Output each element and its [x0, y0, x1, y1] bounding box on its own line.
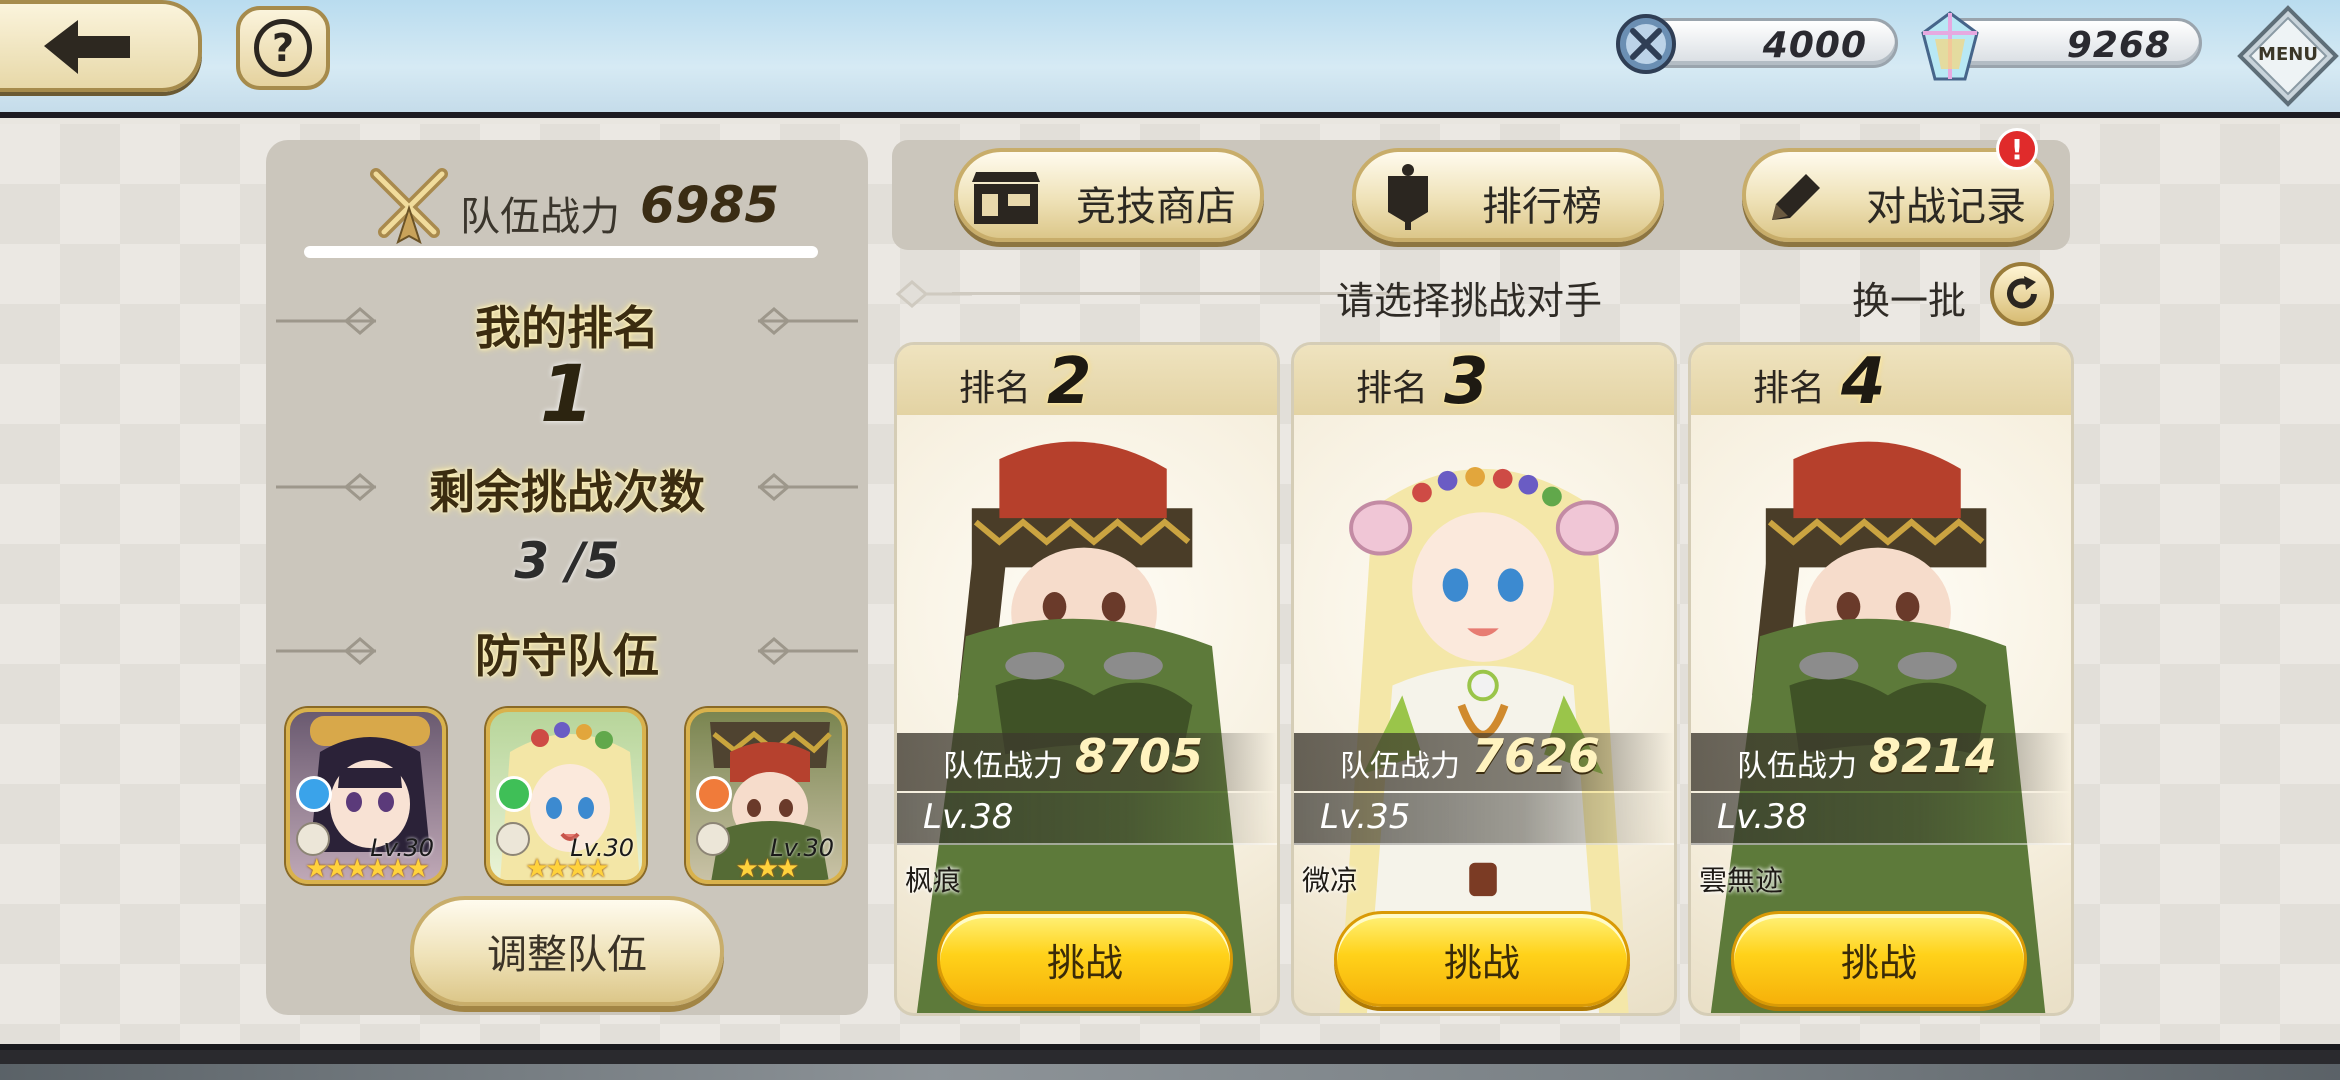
class-icon	[696, 822, 730, 856]
opponent-card[interactable]: 排名 2 队伍战力 8705 Lv.38 枫痕 挑战	[894, 342, 1280, 1016]
crossed-swords-icon	[1616, 14, 1676, 74]
hero-stars: ★★★★★★	[305, 854, 430, 884]
my-rank-title: 我的排名	[475, 301, 659, 355]
opponent-name: 枫痕	[905, 864, 962, 897]
team-power-row: 队伍战力 6985	[364, 168, 784, 250]
help-button[interactable]: ?	[236, 6, 330, 90]
back-button[interactable]	[0, 0, 202, 92]
challenge-button[interactable]: 挑战	[1334, 911, 1630, 1007]
opponent-card[interactable]: 排名 4 队伍战力 8214 Lv.38 雲無迹 挑战	[1688, 342, 2074, 1016]
player-info-panel: 队伍战力 6985 我的排名 1 剩余挑战次数 3 /5 防守队伍 Lv.30 …	[266, 140, 868, 1015]
top-bar: ? 4000 9268 MENU	[0, 0, 2340, 118]
arena-shop-label: 竞技商店	[1076, 184, 1236, 230]
stamina-counter: 4000	[1616, 14, 1898, 74]
refresh-icon	[2007, 276, 2037, 309]
pencil-icon	[1772, 174, 1820, 220]
leaderboard-button[interactable]: 排行榜	[1352, 148, 1664, 242]
banner-icon	[1388, 164, 1428, 230]
water-element-icon	[296, 776, 332, 812]
defense-team-title: 防守队伍	[475, 629, 659, 683]
arena-shop-button[interactable]: 竞技商店	[954, 148, 1264, 242]
stamina-value: 4000	[1762, 25, 1867, 66]
opponent-level: Lv.38	[923, 797, 1014, 837]
rank-label: 排名	[1356, 368, 1429, 409]
refresh-label[interactable]: 换一批	[1852, 270, 1966, 325]
team-power-value: 8705	[1075, 729, 1204, 783]
team-power-value: 7626	[1472, 729, 1601, 783]
back-arrow-icon	[44, 20, 130, 74]
shop-icon	[972, 172, 1040, 224]
adjust-team-button[interactable]: 调整队伍	[410, 896, 724, 1006]
hero-stars: ★★★	[735, 854, 800, 884]
battle-records-label: 对战记录	[1866, 184, 2026, 230]
team-power-label: 队伍战力	[1340, 749, 1460, 784]
remaining-challenges-value: 3 /5	[514, 532, 620, 590]
wind-element-icon	[496, 776, 532, 812]
refresh-button[interactable]	[1990, 262, 2054, 326]
fire-element-icon	[696, 776, 732, 812]
rank-value: 4	[1841, 345, 1886, 419]
class-icon	[496, 822, 530, 856]
gem-value: 9268	[2066, 25, 2171, 66]
gem-counter: 9268	[1921, 11, 2202, 81]
select-opponent-prompt: 请选择挑战对手	[1336, 279, 1603, 323]
rank-value: 3	[1444, 345, 1489, 419]
opponent-card[interactable]: 排名 3 队伍战力 7626 Lv.35 微凉 挑战	[1291, 342, 1677, 1016]
rank-value: 2	[1047, 345, 1092, 419]
crossed-swords-icon	[370, 168, 448, 245]
defense-hero-slot[interactable]: Lv.30 ★★★	[686, 708, 846, 884]
my-rank-value: 1	[539, 350, 595, 440]
challenge-button[interactable]: 挑战	[1731, 911, 2027, 1007]
challenge-button[interactable]: 挑战	[937, 911, 1233, 1007]
team-power-label: 队伍战力	[1737, 749, 1857, 784]
opponent-name: 微凉	[1302, 864, 1359, 897]
opponent-level: Lv.38	[1717, 797, 1808, 837]
class-icon	[296, 822, 330, 856]
defense-hero-slot[interactable]: Lv.30 ★★★★	[486, 708, 646, 884]
notification-badge: !	[1996, 128, 2038, 170]
team-power-label: 队伍战力	[460, 194, 620, 240]
team-power-value: 6985	[640, 176, 780, 234]
crystal-gem-icon	[1921, 11, 1979, 81]
defense-hero-slot[interactable]: Lv.30 ★★★★★★	[286, 708, 446, 884]
leaderboard-label: 排行榜	[1482, 184, 1602, 230]
opponent-name: 雲無迹	[1699, 864, 1784, 897]
remaining-challenges-title: 剩余挑战次数	[429, 465, 705, 519]
arena-tabs: 竞技商店 排行榜 对战记录	[892, 140, 2070, 250]
team-power-value: 8214	[1869, 729, 1998, 783]
team-power-label: 队伍战力	[943, 749, 1063, 784]
opponent-level: Lv.35	[1320, 797, 1411, 837]
hero-stars: ★★★★	[525, 854, 609, 884]
menu-button[interactable]: MENU	[2236, 4, 2340, 108]
rank-label: 排名	[1753, 368, 1826, 409]
menu-label: MENU	[2258, 44, 2318, 65]
bottom-border	[0, 1044, 2340, 1080]
rank-label: 排名	[959, 368, 1032, 409]
divider	[304, 246, 818, 258]
help-icon: ?	[254, 19, 312, 77]
opponent-header: 请选择挑战对手 换一批	[892, 262, 2070, 326]
